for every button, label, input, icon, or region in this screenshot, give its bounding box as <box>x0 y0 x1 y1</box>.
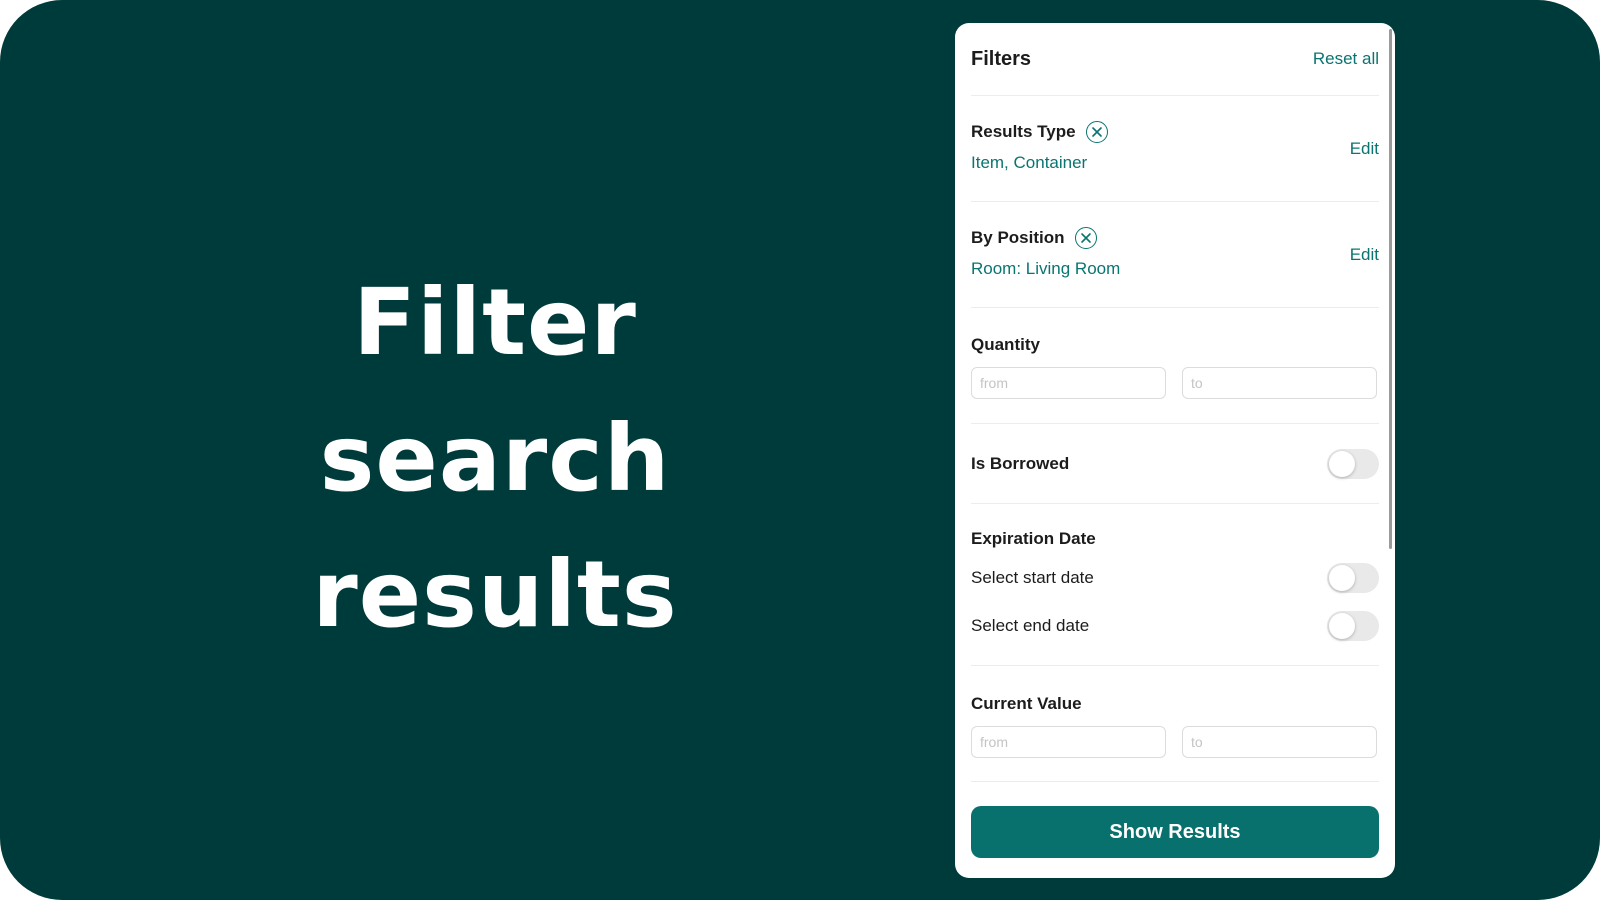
current-value-from-input[interactable] <box>971 726 1166 758</box>
end-date-toggle[interactable] <box>1327 611 1379 641</box>
quantity-to-input[interactable] <box>1182 367 1377 399</box>
current-value-label: Current Value <box>971 694 1082 713</box>
current-value-to-input[interactable] <box>1182 726 1377 758</box>
slide-background: Filter search results Filters Reset all … <box>0 0 1600 900</box>
filters-header: Filters Reset all <box>971 23 1379 96</box>
clear-position-icon[interactable] <box>1074 227 1097 249</box>
results-type-edit-button[interactable]: Edit <box>1350 139 1379 159</box>
end-date-label: Select end date <box>971 616 1090 635</box>
by-position-section: By Position Room: Living Room Edit <box>971 202 1379 308</box>
start-date-toggle[interactable] <box>1327 563 1379 593</box>
results-type-value: Item, Container <box>971 153 1088 172</box>
quantity-from-input[interactable] <box>971 367 1166 399</box>
current-value-section: Current Value <box>971 666 1379 782</box>
by-position-edit-button[interactable]: Edit <box>1350 245 1379 265</box>
expiration-date-label: Expiration Date <box>971 529 1096 548</box>
toggle-knob <box>1329 565 1355 591</box>
toggle-knob <box>1329 613 1355 639</box>
start-date-label: Select start date <box>971 568 1094 587</box>
headline-line-2: search results <box>312 405 678 648</box>
results-type-section: Results Type Item, Container Edit <box>971 96 1379 202</box>
expiration-date-section: Expiration Date Select start date Select… <box>971 504 1379 666</box>
quantity-label: Quantity <box>971 335 1040 354</box>
clear-results-type-icon[interactable] <box>1085 121 1108 143</box>
headline: Filter search results <box>150 255 840 663</box>
panel-scrollbar[interactable] <box>1389 29 1392 549</box>
toggle-knob <box>1329 451 1355 477</box>
is-borrowed-label: Is Borrowed <box>971 454 1070 473</box>
quantity-section: Quantity <box>971 308 1379 424</box>
is-borrowed-toggle[interactable] <box>1327 449 1379 479</box>
by-position-label: By Position <box>971 228 1065 247</box>
by-position-value: Room: Living Room <box>971 259 1121 278</box>
is-borrowed-section: Is Borrowed <box>971 424 1379 504</box>
headline-line-1: Filter <box>353 269 637 376</box>
show-results-button[interactable]: Show Results <box>971 806 1379 858</box>
reset-all-link[interactable]: Reset all <box>1313 49 1379 69</box>
results-type-label: Results Type <box>971 122 1076 141</box>
filters-title: Filters <box>971 47 1032 70</box>
filters-panel: Filters Reset all Results Type Item, Con… <box>955 23 1395 878</box>
